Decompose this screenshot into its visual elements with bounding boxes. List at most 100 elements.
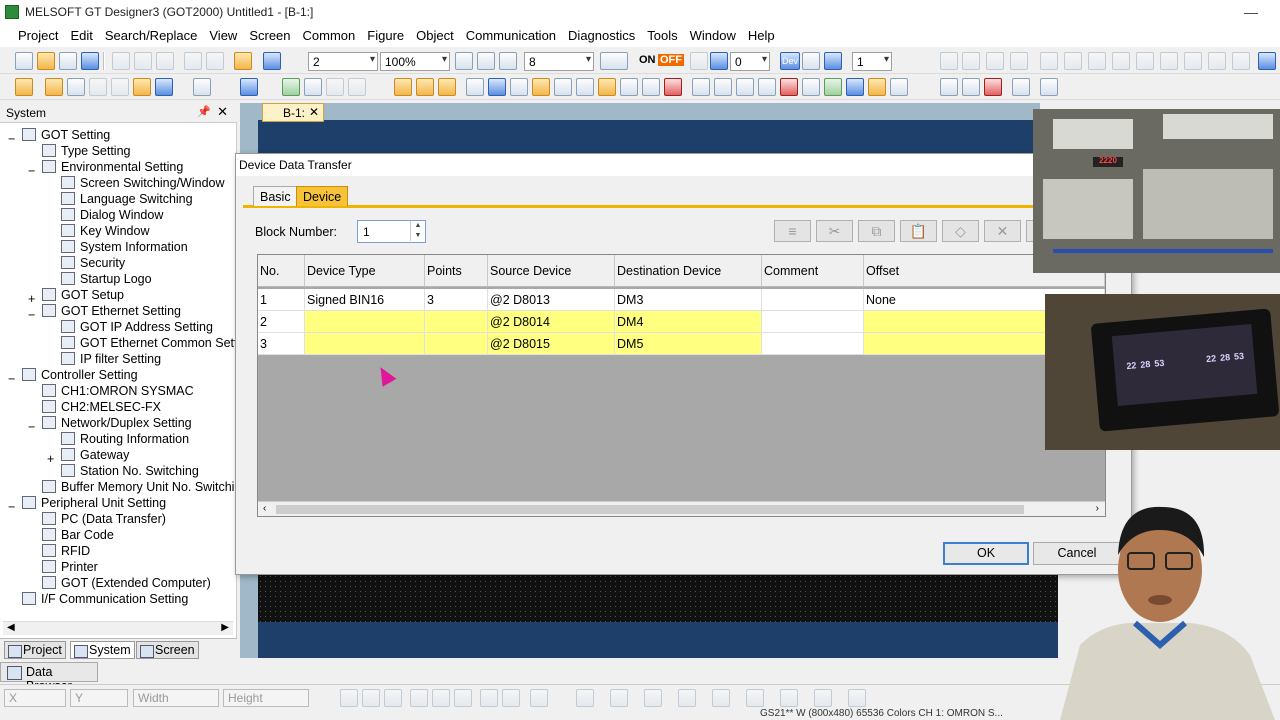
new-project-icon[interactable] (15, 52, 33, 70)
text-style-icon[interactable] (814, 689, 832, 707)
menu-tools[interactable]: Tools (641, 28, 683, 43)
block-number-spinner[interactable]: 1 ▲ ▼ (357, 220, 426, 243)
table-cell[interactable]: 2 (258, 311, 305, 333)
id-display-icon[interactable] (824, 52, 842, 70)
align-bottom-icon[interactable] (454, 689, 472, 707)
align-center-icon[interactable] (362, 689, 380, 707)
open-file-icon[interactable] (59, 52, 77, 70)
help-icon[interactable] (263, 52, 281, 70)
device-table-icon[interactable] (802, 52, 820, 70)
cut-icon[interactable] (112, 52, 130, 70)
tree-item[interactable]: Security (61, 255, 237, 271)
tree-item[interactable]: System Information (61, 239, 237, 255)
line-style-icon[interactable] (610, 689, 628, 707)
line-color-icon[interactable] (644, 689, 662, 707)
close-icon[interactable]: ✕ (309, 105, 319, 119)
size-icon[interactable] (530, 689, 548, 707)
grid-select[interactable]: 8 (524, 52, 594, 71)
tree-item[interactable]: Screen Switching/Window (61, 175, 237, 191)
menu-search-replace[interactable]: Search/Replace (99, 28, 204, 43)
transfer-icon[interactable] (240, 78, 258, 96)
tree-item[interactable]: GOT IP Address Setting (61, 319, 237, 335)
tree-item[interactable]: Environmental Setting (42, 159, 237, 175)
delete-button[interactable]: ✕ (984, 220, 1021, 242)
back-icon[interactable] (89, 78, 107, 96)
tree-item[interactable]: Gateway (61, 447, 237, 463)
insert-row-button[interactable]: ≡ (774, 220, 811, 242)
tree-item[interactable]: CH1:OMRON SYSMAC (42, 383, 237, 399)
expand-toggle-icon[interactable]: − (8, 499, 17, 515)
align-icon[interactable] (940, 52, 958, 70)
table-cell[interactable] (305, 333, 425, 355)
object-abc-icon[interactable] (890, 78, 908, 96)
table-cell[interactable]: DM4 (615, 311, 762, 333)
screen-list-icon[interactable] (45, 78, 63, 96)
tree-item[interactable]: Language Switching (61, 191, 237, 207)
grid-style-icon[interactable] (576, 689, 594, 707)
paste-button[interactable]: 📋 (900, 220, 937, 242)
tree-scrollbar[interactable]: ◀ ▶ (3, 621, 233, 635)
tree-item[interactable]: GOT (Extended Computer) (42, 575, 237, 591)
menu-diagnostics[interactable]: Diagnostics (562, 28, 641, 43)
arrange-icon[interactable] (1064, 52, 1082, 70)
fit-screen-icon[interactable] (499, 52, 517, 70)
library-icon[interactable] (155, 78, 173, 96)
object-trigger-icon[interactable] (664, 78, 682, 96)
menu-object[interactable]: Object (410, 28, 460, 43)
table-cell[interactable] (425, 333, 488, 355)
table-cell[interactable]: DM3 (615, 289, 762, 311)
menu-help[interactable]: Help (742, 28, 781, 43)
object-document-icon[interactable] (868, 78, 886, 96)
tree-item[interactable]: Routing Information (61, 431, 237, 447)
spin-up-icon[interactable]: ▲ (410, 221, 425, 231)
distribute-icon[interactable] (502, 689, 520, 707)
align-middle-icon[interactable] (432, 689, 450, 707)
group-icon[interactable] (986, 52, 1004, 70)
expand-toggle-icon[interactable]: + (47, 451, 56, 467)
tab-basic[interactable]: Basic (253, 186, 298, 206)
arrow-right-icon[interactable] (710, 52, 728, 70)
object-comment-icon[interactable] (554, 78, 572, 96)
menu-common[interactable]: Common (297, 28, 362, 43)
object-video-icon[interactable] (846, 78, 864, 96)
tree-item[interactable]: GOT Ethernet Common Setting (61, 335, 237, 351)
table-cell[interactable]: Signed BIN16 (305, 289, 425, 311)
align-icon[interactable] (962, 52, 980, 70)
menu-communication[interactable]: Communication (460, 28, 562, 43)
table-cell[interactable]: DM5 (615, 333, 762, 355)
flip-icon[interactable] (1136, 52, 1154, 70)
object-ascii-icon[interactable] (510, 78, 528, 96)
object-image-icon[interactable] (824, 78, 842, 96)
tree-item[interactable]: GOT Ethernet Setting (42, 303, 237, 319)
tree-item[interactable]: I/F Communication Setting (22, 591, 237, 607)
copy-icon[interactable] (134, 52, 152, 70)
block-number-value[interactable]: 1 (363, 225, 370, 239)
paste-icon[interactable] (156, 52, 174, 70)
object-chart-icon[interactable] (620, 78, 638, 96)
tree-item[interactable]: GOT Setup (42, 287, 237, 303)
export-icon[interactable] (962, 78, 980, 96)
text-color-icon[interactable] (780, 689, 798, 707)
state-select[interactable]: 0 (730, 52, 770, 71)
menu-edit[interactable]: Edit (64, 28, 98, 43)
tree-item[interactable]: Network/Duplex Setting (42, 415, 237, 431)
redo-icon[interactable] (206, 52, 224, 70)
height-field[interactable]: Height (223, 689, 309, 707)
zoom-out-icon[interactable] (477, 52, 495, 70)
zoom-in-icon[interactable] (455, 52, 473, 70)
edit-icon[interactable] (348, 78, 366, 96)
align-right-icon[interactable] (384, 689, 402, 707)
tab-device[interactable]: Device (296, 186, 349, 206)
search-icon[interactable] (193, 78, 211, 96)
align-top-icon[interactable] (410, 689, 428, 707)
table-cell[interactable]: 1 (258, 289, 305, 311)
align-left-icon[interactable] (340, 689, 358, 707)
network-icon[interactable] (1040, 78, 1058, 96)
table-cell[interactable]: @2 D8013 (488, 289, 615, 311)
tree-item[interactable]: Type Setting (42, 143, 237, 159)
menu-screen[interactable]: Screen (243, 28, 296, 43)
tree-item[interactable]: RFID (42, 543, 237, 559)
tree-item[interactable]: CH2:MELSEC-FX (42, 399, 237, 415)
layer-select[interactable]: 2 (308, 52, 378, 71)
undo-icon[interactable] (184, 52, 202, 70)
